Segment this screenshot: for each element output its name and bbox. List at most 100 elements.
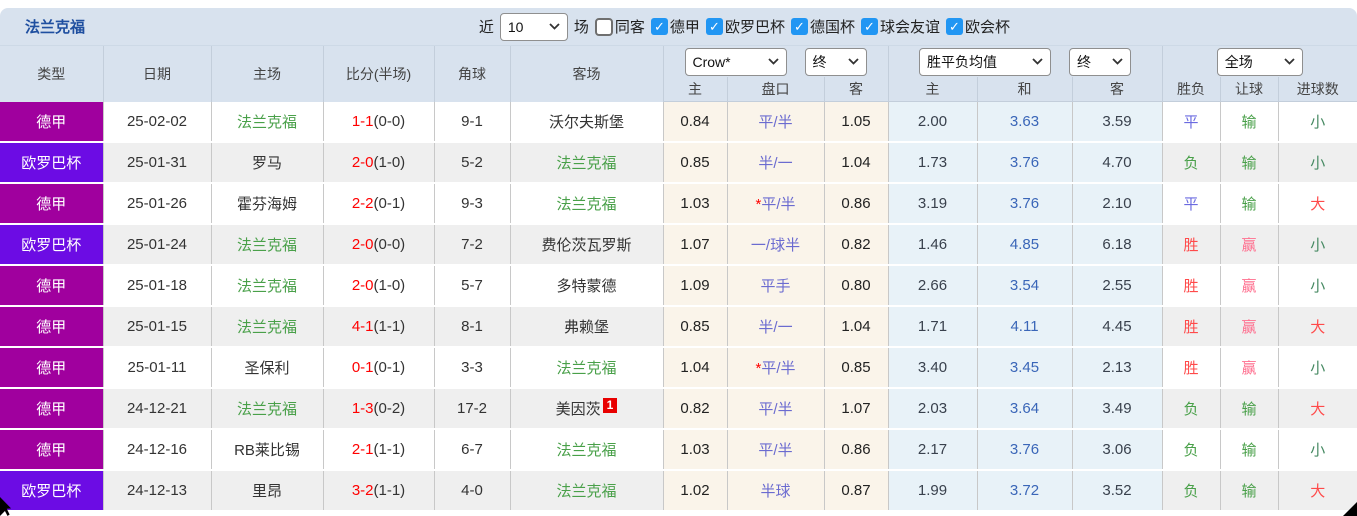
matches-table: 类型 日期 主场 比分(半场) 角球 客场 Crow* 终 胜平负均值 终 全场… bbox=[0, 46, 1357, 512]
score-cell: 0-1(0-1) bbox=[323, 347, 435, 389]
avg-home-cell: 1.73 bbox=[888, 142, 978, 184]
home-team-cell: 法兰克福 bbox=[211, 101, 324, 143]
away-team-link[interactable]: 法兰克福 bbox=[556, 196, 616, 213]
home-team-link[interactable]: RB莱比锡 bbox=[234, 442, 300, 459]
league-filter[interactable]: 德国杯 bbox=[790, 16, 855, 37]
goals-result-cell: 大 bbox=[1278, 470, 1357, 512]
fulltime-score: 0-1 bbox=[351, 359, 374, 376]
home-team-link[interactable]: 圣保利 bbox=[244, 360, 289, 377]
handicap-result-cell: 输 bbox=[1220, 429, 1279, 471]
avg-away-cell: 3.52 bbox=[1072, 470, 1163, 512]
avg-home-cell: 3.19 bbox=[888, 183, 978, 225]
date-cell: 25-01-31 bbox=[103, 142, 212, 184]
home-team-cell: 里昂 bbox=[211, 470, 324, 512]
avg-time-select[interactable]: 终 bbox=[1069, 47, 1131, 76]
away-team-link[interactable]: 沃尔夫斯堡 bbox=[549, 114, 624, 131]
corner-cell: 17-2 bbox=[434, 388, 511, 430]
away-team-link[interactable]: 多特蒙德 bbox=[556, 278, 616, 295]
home-team-cell: 霍芬海姆 bbox=[211, 183, 324, 225]
away-team-link[interactable]: 费伦茨瓦罗斯 bbox=[541, 237, 631, 254]
home-team-link[interactable]: 法兰克福 bbox=[237, 114, 297, 131]
away-team-link[interactable]: 法兰克福 bbox=[556, 483, 616, 500]
home-team-link[interactable]: 里昂 bbox=[252, 483, 282, 500]
checkbox-icon[interactable] bbox=[594, 17, 613, 36]
scope-select[interactable]: 全场 bbox=[1216, 47, 1303, 76]
avg-away-cell: 2.10 bbox=[1072, 183, 1163, 225]
home-team-link[interactable]: 罗马 bbox=[252, 155, 282, 172]
checkbox-icon[interactable] bbox=[790, 18, 808, 35]
corner-cell: 6-7 bbox=[434, 429, 511, 471]
checkbox-icon[interactable] bbox=[860, 18, 878, 35]
goals-result-cell: 小 bbox=[1278, 347, 1357, 389]
home-team-cell: 法兰克福 bbox=[211, 388, 324, 430]
fulltime-score: 2-1 bbox=[351, 441, 374, 458]
avg-draw-cell: 4.11 bbox=[977, 306, 1073, 348]
avg-draw-cell: 3.63 bbox=[977, 101, 1073, 143]
league-type-cell: 德甲 bbox=[0, 265, 104, 307]
recent-count-select[interactable]: 10 bbox=[499, 12, 568, 41]
home-team-link[interactable]: 霍芬海姆 bbox=[237, 196, 297, 213]
odds-away-cell: 0.80 bbox=[824, 265, 889, 307]
avg-home-cell: 1.71 bbox=[888, 306, 978, 348]
wdl-result-cell: 平 bbox=[1162, 183, 1221, 225]
fulltime-score: 2-2 bbox=[351, 195, 374, 212]
avg-draw-cell: 3.76 bbox=[977, 429, 1073, 471]
home-team-link[interactable]: 法兰克福 bbox=[237, 401, 297, 418]
home-team-link[interactable]: 法兰克福 bbox=[237, 237, 297, 254]
odds-time-select[interactable]: 终 bbox=[804, 47, 867, 76]
goals-result-cell: 大 bbox=[1278, 388, 1357, 430]
league-filter[interactable]: 欧会杯 bbox=[945, 16, 1010, 37]
goals-result-cell: 小 bbox=[1278, 101, 1357, 143]
away-team-link[interactable]: 法兰克福 bbox=[556, 360, 616, 377]
league-filter-label: 德国杯 bbox=[809, 19, 855, 36]
away-team-cell: 法兰克福 bbox=[510, 429, 664, 471]
subcol-avg-draw: 和 bbox=[977, 77, 1073, 102]
subcol-goals: 进球数 bbox=[1278, 77, 1357, 102]
odds-company-select[interactable]: Crow* bbox=[684, 47, 787, 76]
card-badge: 1 bbox=[602, 398, 618, 414]
home-team-link[interactable]: 法兰克福 bbox=[237, 278, 297, 295]
odds-home-cell: 1.09 bbox=[663, 265, 728, 307]
subcol-handicap-result: 让球 bbox=[1220, 77, 1279, 102]
team-title: 法兰克福 bbox=[25, 19, 86, 36]
league-type-cell: 德甲 bbox=[0, 429, 104, 471]
away-team-link[interactable]: 美因茨 bbox=[556, 401, 601, 418]
odds-home-cell: 1.02 bbox=[663, 470, 728, 512]
halftime-score: (0-1) bbox=[373, 195, 406, 212]
same-opponent-filter[interactable]: 同客 bbox=[594, 16, 645, 37]
corner-cell: 4-0 bbox=[434, 470, 511, 512]
halftime-score: (0-0) bbox=[373, 236, 406, 253]
subcol-odds-away: 客 bbox=[824, 77, 889, 102]
avg-draw-cell: 3.45 bbox=[977, 347, 1073, 389]
away-team-link[interactable]: 法兰克福 bbox=[556, 442, 616, 459]
score-cell: 3-2(1-1) bbox=[323, 470, 435, 512]
avg-type-select[interactable]: 胜平负均值 bbox=[919, 47, 1051, 76]
checkbox-icon[interactable] bbox=[705, 18, 723, 35]
league-filter[interactable]: 欧罗巴杯 bbox=[705, 16, 785, 37]
recent-label: 近 bbox=[478, 19, 494, 36]
halftime-score: (0-0) bbox=[373, 112, 406, 130]
league-type-cell: 德甲 bbox=[0, 388, 104, 430]
checkbox-icon[interactable] bbox=[945, 18, 963, 35]
league-filter[interactable]: 德甲 bbox=[650, 16, 700, 37]
odds-home-cell: 0.85 bbox=[663, 306, 728, 348]
date-cell: 25-01-24 bbox=[103, 224, 212, 266]
avg-home-cell: 2.00 bbox=[888, 101, 978, 143]
league-filter-label: 欧罗巴杯 bbox=[724, 19, 785, 36]
checkbox-icon[interactable] bbox=[650, 18, 668, 35]
league-filter[interactable]: 球会友谊 bbox=[860, 16, 940, 37]
home-team-link[interactable]: 法兰克福 bbox=[237, 319, 297, 336]
date-cell: 25-01-11 bbox=[103, 347, 212, 389]
fulltime-score: 3-2 bbox=[351, 482, 374, 499]
score-cell: 2-0(1-0) bbox=[323, 142, 435, 184]
corner-cell: 7-2 bbox=[434, 224, 511, 266]
col-header-type: 类型 bbox=[0, 46, 104, 102]
away-team-link[interactable]: 弗赖堡 bbox=[564, 319, 609, 336]
odds-home-cell: 0.82 bbox=[663, 388, 728, 430]
subcol-wdl: 胜负 bbox=[1162, 77, 1221, 102]
result-group-header: 全场 bbox=[1162, 46, 1357, 77]
away-team-link[interactable]: 法兰克福 bbox=[556, 155, 616, 172]
corner-cell: 5-2 bbox=[434, 142, 511, 184]
avg-home-cell: 2.66 bbox=[888, 265, 978, 307]
league-type-cell: 欧罗巴杯 bbox=[0, 224, 104, 266]
